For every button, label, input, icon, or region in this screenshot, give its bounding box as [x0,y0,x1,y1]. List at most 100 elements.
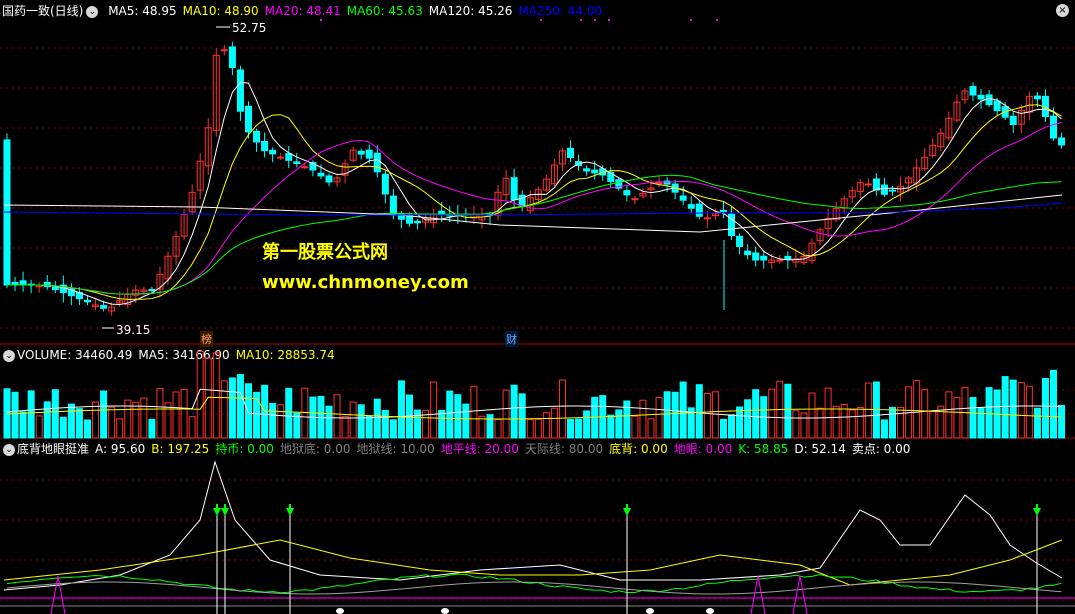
volume-bar [615,409,623,439]
stock-chart-canvas[interactable] [0,0,1075,614]
triangle-signal [750,575,766,614]
volume-bar [591,396,599,439]
watermark-url: www.chnmoney.com [262,272,469,293]
signal-dot [690,19,692,21]
volume-bar [1058,404,1066,439]
volume-bar [188,416,196,439]
candle-body [285,153,293,161]
volume-bar [164,402,172,439]
candle-body [19,280,27,286]
volume-bar [880,419,888,439]
candle-body [1033,95,1041,100]
candle-body [269,149,277,155]
triangle-signal [792,575,808,614]
candle-body [880,184,888,195]
candle-body [969,86,977,96]
volume-bar [744,399,752,439]
tag-bang-badge[interactable]: 榜 [200,331,213,347]
volume-bar [752,389,760,439]
volume-bar [277,404,285,439]
volume-bar [889,406,896,439]
candle-body [591,169,599,174]
bottom-marker [646,608,654,614]
volume-bar [51,389,59,439]
volume-bar [808,392,816,439]
volume-bar [245,383,252,439]
signal-dot [540,19,542,21]
volume-bar [75,408,83,439]
signal-dot [320,19,322,21]
candle-body [736,235,744,248]
volume-bar [92,401,100,439]
candle-body [784,255,792,261]
indicator-k-line [6,573,1062,594]
volume-bar [1025,385,1033,439]
volume-bar [108,406,116,439]
volume-bar [784,383,792,439]
candle-body [752,252,760,261]
volume-bar [438,409,446,439]
volume-bar [510,384,518,439]
candle-body [623,190,631,196]
volume-bar [607,414,615,439]
candle-body [1050,115,1057,139]
candle-body [985,94,993,106]
candle-body [365,149,373,159]
indicator-b-line [3,539,1063,586]
volume-bar [567,418,574,439]
candle-body [760,255,768,261]
volume-bar [140,397,148,439]
volume-bar [1041,378,1049,439]
volume-bar [228,377,236,439]
candle-body [977,94,985,100]
volume-bar [236,374,244,439]
volume-bar [679,381,687,439]
volume-bar [325,405,333,439]
volume-bar [832,405,840,439]
candle-body [301,166,309,169]
volume-bar [100,390,108,439]
volume-bar [132,401,140,439]
volume-bar [1017,382,1025,439]
volume-bar [663,391,671,439]
candle-body [703,217,711,220]
volume-bar [1009,379,1017,439]
volume-bar [856,407,864,439]
candle-body [744,250,752,256]
tag-cai-badge[interactable]: 财 [505,331,518,347]
volume-bar [816,407,824,439]
candle-body [414,220,422,224]
volume-bar [478,415,486,439]
bottom-marker [706,608,714,614]
high-price-label: 52.75 [232,21,267,35]
candle-body [1058,137,1066,146]
candle-body [51,286,59,291]
candle-body [317,172,325,177]
bottom-marker [441,608,449,614]
volume-bar [349,401,357,439]
volume-bar [84,419,91,439]
candle-body [719,209,727,212]
candle-body [679,195,687,201]
volume-bar [711,391,719,439]
volume-bar [575,418,583,439]
candle-body [148,289,156,292]
volume-bar [381,409,389,439]
triangle-signal [50,575,66,614]
candle-body [993,100,1001,112]
signal-dot [608,19,610,21]
candle-body [510,177,518,201]
candle-body [567,147,574,158]
volume-bar [156,388,164,439]
volume-bar [655,396,663,439]
volume-bar [414,409,422,439]
volume-bar [824,387,832,439]
volume-bar [11,391,19,439]
volume-bar [261,384,269,439]
volume-bar [389,419,397,439]
volume-bar [792,410,800,439]
candle-body [1009,115,1017,126]
candle-body [236,69,244,112]
candle-body [220,49,228,52]
volume-bar [969,397,977,439]
